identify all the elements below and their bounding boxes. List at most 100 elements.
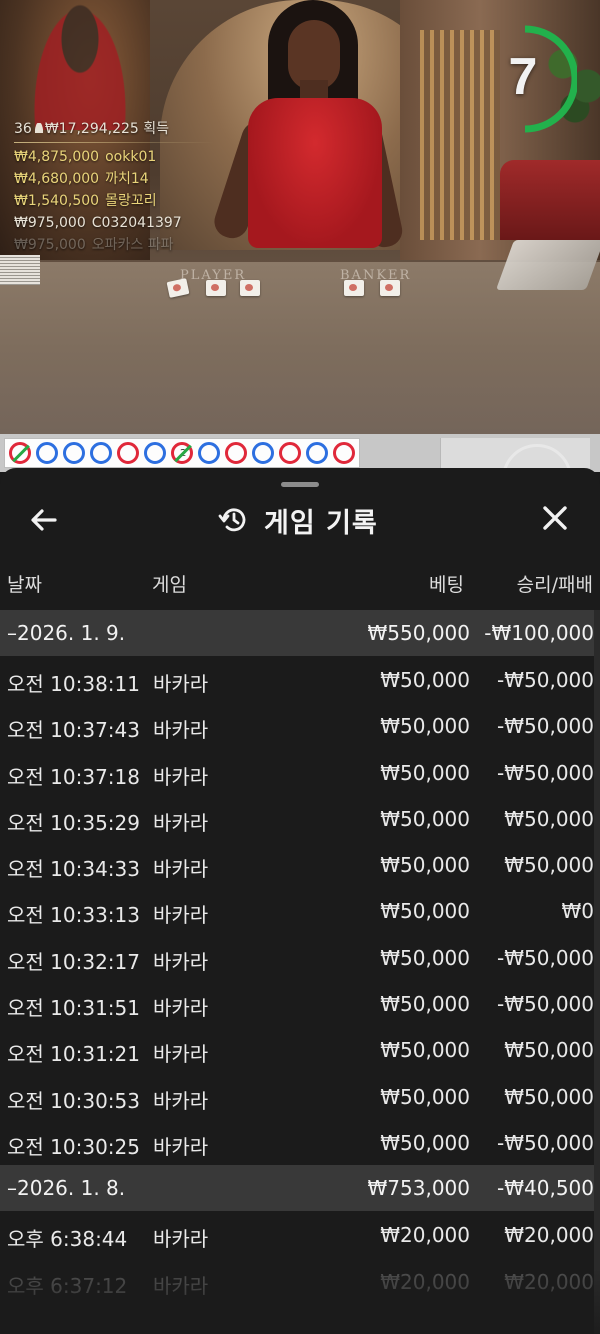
row-result: ₩50,000 [504,1038,594,1063]
row-time: 오전 10:31:21 [7,1042,140,1067]
playing-card [380,280,400,296]
winner-entry: ₩4,875,000 ookk01 [14,149,157,165]
row-bet: ₩50,000 [380,714,470,739]
row-bet: ₩20,000 [380,1223,470,1248]
divider [14,142,214,143]
row-time: 오전 10:31:51 [7,996,140,1021]
winners-total: 36 ₩17,294,225 획득 [14,118,224,140]
sheet-header: 게임 기록 [0,494,600,544]
bead-red: 2 [171,442,193,464]
bead-red [333,442,355,464]
row-result: -₩50,000 [497,714,594,739]
bead-blue [90,442,112,464]
history-row[interactable]: 오전 10:35:29 바카라 ₩50,000 ₩50,000 [0,795,594,841]
background-gold-panel [420,30,500,240]
group-result-total: -₩100,000 [484,621,594,645]
group-result-total: -₩40,500 [497,1176,594,1201]
history-row[interactable]: 오전 10:31:21 바카라 ₩50,000 ₩50,000 [0,1026,594,1072]
bead-road[interactable]: 2 [0,434,600,514]
history-row[interactable]: 오전 10:38:11 바카라 ₩50,000 -₩50,000 [0,656,594,702]
history-row[interactable]: 오전 10:37:43 바카라 ₩50,000 -₩50,000 [0,702,594,748]
winners-count: 36 [14,121,32,137]
group-bet-total: ₩753,000 [367,1176,470,1201]
row-time: 오전 10:35:29 [7,810,140,835]
playing-card [240,280,260,296]
column-headers: 날짜 게임 베팅 승리/패배 [0,570,600,598]
row-result: -₩50,000 [497,1130,594,1155]
column-game: 게임 [152,574,187,596]
history-row[interactable]: 오전 10:37:18 바카라 ₩50,000 -₩50,000 [0,749,594,795]
history-row[interactable]: 오전 10:30:25 바카라 ₩50,000 -₩50,000 [0,1119,594,1165]
history-list[interactable]: –2026. 1. 9. ₩550,000 -₩100,000 오전 10:38:11… [0,610,594,1304]
row-bet: ₩50,000 [380,1084,470,1109]
close-icon [543,506,567,530]
column-date: 날짜 [7,574,42,596]
sheet-grabber[interactable] [281,482,319,487]
winners-overlay: 36 ₩17,294,225 획득 ₩4,875,000 ookk01 ₩4,680… [14,118,224,256]
bead-red [117,442,139,464]
sheet-title: 게임 기록 [264,507,378,539]
row-bet: ₩50,000 [380,992,470,1017]
row-bet: ₩50,000 [380,899,470,924]
winner-entry: ₩975,000 C032041397 [14,215,182,231]
game-history-sheet: 게임 기록 날짜 게임 베팅 승리/패배 –2026. 1. 9. ₩550,00… [0,468,600,1334]
winners-total-amount: ₩17,294,225 [44,121,139,137]
countdown-timer: 7 [505,25,577,133]
row-result: ₩50,000 [504,806,594,831]
arrow-left-icon [31,509,57,531]
history-row[interactable]: 오전 10:30:53 바카라 ₩50,000 ₩50,000 [0,1073,594,1119]
playing-card [344,280,364,296]
bead-count: 2 [180,448,187,459]
bead-red [9,442,31,464]
row-result: ₩0 [561,899,595,924]
scrollbar[interactable] [594,610,600,1334]
date-group-header[interactable]: –2026. 1. 9. ₩550,000 -₩100,000 [0,610,594,656]
row-time: 오후 6:38:44 [7,1227,128,1252]
history-row[interactable]: 오전 10:32:17 바카라 ₩50,000 -₩50,000 [0,934,594,980]
row-result: -₩50,000 [497,945,594,970]
row-bet: ₩50,000 [380,1038,470,1063]
row-bet: ₩50,000 [380,853,470,878]
bead-blue [36,442,58,464]
row-result: -₩50,000 [497,668,594,692]
row-bet: ₩50,000 [380,806,470,831]
history-row[interactable]: 오후 6:38:44 바카라 ₩20,000 ₩20,000 [0,1211,594,1257]
group-bet-total: ₩550,000 [367,621,470,645]
column-bet: 베팅 [429,574,464,596]
row-bet: ₩50,000 [380,1130,470,1155]
bead-blue [144,442,166,464]
winners-total-suffix: 획득 [143,121,170,137]
row-game: 바카라 [153,672,209,696]
history-row[interactable]: 오전 10:34:33 바카라 ₩50,000 ₩50,000 [0,841,594,887]
row-game: 바카라 [153,764,209,789]
bead-blue [252,442,274,464]
bead-red [279,442,301,464]
row-time: 오전 10:32:17 [7,949,140,974]
history-icon [218,508,246,532]
row-game: 바카라 [153,1088,209,1113]
live-video: PLAYER BANKER 36 ₩17,294,225 획득 ₩4,875,00… [0,0,600,434]
row-game: 바카라 [153,1042,209,1067]
row-time: 오전 10:38:11 [7,672,140,696]
date-group-header[interactable]: –2026. 1. 8. ₩753,000 -₩40,500 [0,1165,594,1212]
row-result: ₩50,000 [504,853,594,878]
back-button[interactable] [22,502,68,538]
winner-entry: ₩4,680,000 까치14 [14,171,149,187]
row-time: 오전 10:33:13 [7,903,140,928]
row-time: 오전 10:34:33 [7,857,140,882]
row-bet: ₩50,000 [380,668,470,692]
close-button[interactable] [532,500,578,540]
bead-blue [306,442,328,464]
row-game: 바카라 [153,903,209,928]
bead-blue [63,442,85,464]
history-row[interactable]: 오전 10:33:13 바카라 ₩50,000 ₩0 [0,887,594,933]
row-time: 오전 10:37:43 [7,718,140,743]
column-result: 승리/패배 [516,574,593,596]
bead-red [225,442,247,464]
playing-card [206,280,226,296]
row-time: 오전 10:37:18 [7,764,140,789]
group-date: –2026. 1. 8. [7,1176,126,1201]
history-row[interactable]: 오전 10:31:51 바카라 ₩50,000 -₩50,000 [0,980,594,1026]
background-red-seat [500,160,600,240]
timer-value: 7 [508,48,538,106]
